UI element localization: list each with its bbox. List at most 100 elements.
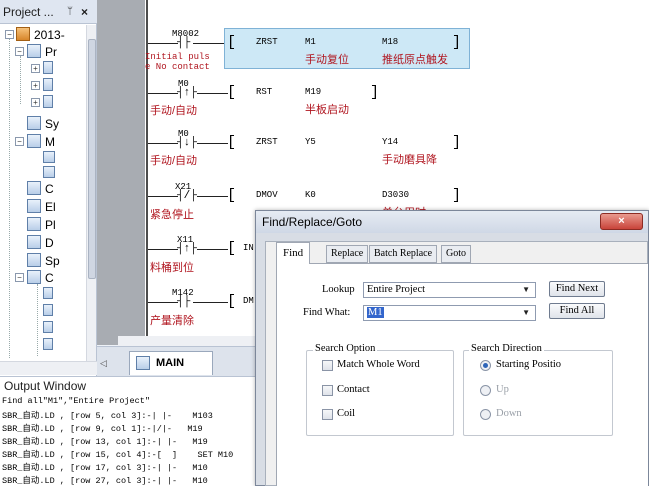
tree-item-pl[interactable]: Pl: [45, 217, 56, 233]
tree-item-d[interactable]: D: [45, 235, 54, 251]
tree-item-monitor[interactable]: M: [45, 134, 55, 150]
dialog-close-button[interactable]: ×: [600, 213, 643, 230]
contact-checkbox[interactable]: [322, 385, 333, 396]
tree-item-sp[interactable]: Sp: [45, 253, 60, 269]
expand-icon[interactable]: +: [31, 81, 40, 90]
instruction-bracket-open: [: [227, 187, 237, 204]
tree-item-root[interactable]: 2013-: [34, 27, 65, 43]
config-icon: [27, 270, 41, 284]
match-whole-word-checkbox[interactable]: [322, 360, 333, 371]
wire: [148, 143, 178, 144]
plc-icon: [27, 217, 41, 231]
contact-comment: Initial puls e No contact: [145, 52, 210, 72]
instruction[interactable]: DM: [243, 296, 254, 306]
falling-edge-contact-symbol[interactable]: ┤↓├: [177, 137, 197, 149]
dropdown-arrow-icon[interactable]: ▼: [522, 283, 530, 297]
instruction[interactable]: IN: [243, 243, 254, 253]
doc-icon: [43, 287, 53, 299]
output-line[interactable]: SBR_自动.LD , [row 5, col 3]:-| |- M103: [2, 409, 213, 421]
contact-comment: 产量清除: [150, 315, 194, 327]
project-root-icon: [16, 27, 30, 41]
wire: [148, 93, 178, 94]
lookup-value: Entire Project: [367, 284, 426, 295]
close-icon[interactable]: ×: [81, 0, 88, 24]
tab-find[interactable]: Find: [276, 242, 311, 264]
find-all-button[interactable]: Find All: [549, 303, 605, 319]
lookup-label: Lookup: [322, 284, 355, 295]
tree-item-el[interactable]: El: [45, 199, 56, 215]
output-line[interactable]: Find all"M1","Entire Project": [2, 396, 150, 406]
tree-item-program[interactable]: Pr: [45, 44, 57, 60]
tree-item-c[interactable]: C: [45, 181, 54, 197]
wire: [148, 302, 178, 303]
scroll-thumb[interactable]: [88, 39, 96, 279]
contact-symbol[interactable]: ┤├: [177, 37, 190, 49]
operand-1[interactable]: Y5: [305, 137, 316, 147]
wire: [193, 302, 228, 303]
output-line[interactable]: SBR_自动.LD , [row 13, col 1]:-| |- M19: [2, 435, 208, 447]
coil-checkbox[interactable]: [322, 409, 333, 420]
contact-symbol[interactable]: ┤├: [177, 296, 190, 308]
collapse-icon[interactable]: −: [15, 137, 24, 146]
wire: [148, 249, 178, 250]
nc-contact-symbol[interactable]: ┤/├: [177, 190, 197, 202]
collapse-icon[interactable]: −: [5, 30, 14, 39]
instruction[interactable]: ZRST: [256, 37, 278, 47]
wire: [197, 93, 228, 94]
monitor-icon: [27, 134, 41, 148]
lookup-select[interactable]: Entire Project ▼: [363, 282, 536, 298]
expand-icon[interactable]: +: [31, 64, 40, 73]
project-horizontal-scrollbar[interactable]: [0, 361, 97, 375]
instruction[interactable]: DMOV: [256, 190, 278, 200]
collapse-icon[interactable]: −: [15, 47, 24, 56]
instruction[interactable]: RST: [256, 87, 272, 97]
contact-comment: 手动/自动: [150, 105, 198, 117]
tree-item-config[interactable]: C: [45, 270, 54, 286]
operand-2-comment: 推纸原点触发: [382, 54, 448, 66]
tab-scroll-left-icon[interactable]: ◁: [100, 358, 107, 369]
wire: [197, 249, 228, 250]
operand-1[interactable]: M19: [305, 87, 321, 97]
find-next-button[interactable]: Find Next: [549, 281, 605, 297]
up-radio[interactable]: [480, 385, 491, 396]
project-vertical-scrollbar[interactable]: [86, 25, 96, 361]
rising-edge-contact-symbol[interactable]: ┤↑├: [177, 87, 197, 99]
expand-icon[interactable]: +: [31, 98, 40, 107]
special-icon: [27, 253, 41, 267]
instruction-bracket-open: [: [227, 293, 237, 310]
tree-line: [20, 56, 21, 104]
instruction[interactable]: ZRST: [256, 137, 278, 147]
tab-goto[interactable]: Goto: [441, 245, 471, 263]
tree-line: [37, 284, 38, 356]
pin-icon[interactable]: ᛘ: [67, 0, 73, 24]
up-label: Up: [496, 384, 509, 395]
operand-1[interactable]: K0: [305, 190, 316, 200]
instruction-bracket-close: ]: [370, 84, 380, 101]
operand-2[interactable]: D3030: [382, 190, 409, 200]
tab-batch-replace[interactable]: Batch Replace: [369, 245, 438, 263]
output-line[interactable]: SBR_自动.LD , [row 27, col 3]:-| |- M10: [2, 474, 208, 486]
find-what-input[interactable]: M1 ▼: [363, 305, 536, 321]
wire: [148, 43, 178, 44]
rising-edge-contact-symbol[interactable]: ┤↑├: [177, 243, 197, 255]
operand-1[interactable]: M1: [305, 37, 316, 47]
operand-2[interactable]: M18: [382, 37, 398, 47]
instruction-bracket-open: [: [227, 84, 237, 101]
down-radio[interactable]: [480, 409, 491, 420]
output-window-title: Output Window: [4, 379, 87, 393]
output-line[interactable]: SBR_自动.LD , [row 15, col 4]:-[ ] SET M10: [2, 448, 233, 460]
dropdown-arrow-icon[interactable]: ▼: [522, 306, 530, 320]
tree-item-symbol[interactable]: Sy: [45, 116, 59, 132]
ladder-row-gutter: [97, 0, 145, 345]
collapse-icon[interactable]: −: [15, 273, 24, 282]
tab-replace[interactable]: Replace: [326, 245, 369, 263]
tab-main-label: MAIN: [156, 357, 185, 369]
operand-2[interactable]: Y14: [382, 137, 398, 147]
output-line[interactable]: SBR_自动.LD , [row 9, col 1]:-|/|- M19: [2, 422, 203, 434]
starting-position-radio[interactable]: [480, 360, 491, 371]
output-line[interactable]: SBR_自动.LD , [row 17, col 3]:-| |- M10: [2, 461, 208, 473]
tab-main[interactable]: MAIN: [129, 351, 213, 375]
wire: [148, 196, 178, 197]
wire: [197, 196, 228, 197]
doc-icon: [43, 338, 53, 350]
